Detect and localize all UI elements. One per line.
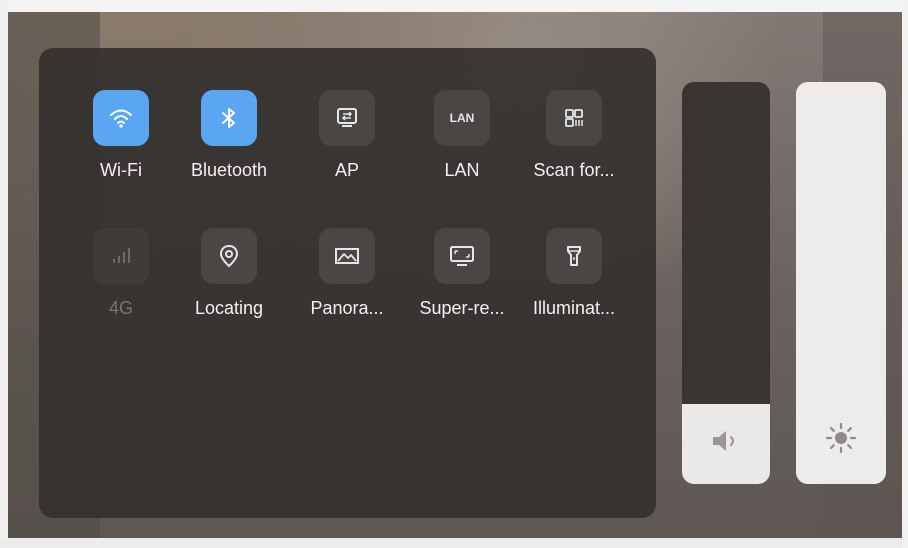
bluetooth-icon[interactable] <box>201 90 257 146</box>
lan-icon[interactable]: LAN <box>434 90 490 146</box>
tile-lan[interactable]: LAN LAN <box>407 90 517 190</box>
tile-label: AP <box>334 160 359 180</box>
tile-label: Panora... <box>310 298 384 318</box>
tile-super-resolution[interactable]: Super-re... <box>407 228 517 328</box>
tile-locating[interactable]: Locating <box>174 228 284 328</box>
tile-wifi[interactable]: Wi-Fi <box>66 90 176 190</box>
tile-label: Super-re... <box>419 298 505 318</box>
tile-illuminator[interactable]: Illuminat... <box>519 228 629 328</box>
tile-label: 4G <box>108 298 133 318</box>
location-icon[interactable] <box>201 228 257 284</box>
volume-slider[interactable] <box>682 82 770 484</box>
tile-label: Bluetooth <box>190 160 268 180</box>
tile-label: Wi-Fi <box>100 160 142 180</box>
tile-ap[interactable]: AP <box>292 90 402 190</box>
panorama-icon[interactable] <box>319 228 375 284</box>
brightness-slider[interactable] <box>796 82 886 484</box>
wifi-icon[interactable] <box>93 90 149 146</box>
screen-border-top <box>0 0 908 12</box>
screen-border-bottom <box>0 538 908 548</box>
lan-icon-text: LAN <box>449 111 475 125</box>
screen-border-left <box>0 0 8 548</box>
tile-scan[interactable]: Scan for... <box>519 90 629 190</box>
tile-4g: 4G <box>66 228 176 328</box>
quick-settings-panel: Wi-Fi Bluetooth AP LAN LAN Scan for... 4… <box>39 48 656 518</box>
tile-bluetooth[interactable]: Bluetooth <box>174 90 284 190</box>
screen-border-right <box>902 0 908 548</box>
super-resolution-icon[interactable] <box>434 228 490 284</box>
speaker-icon <box>709 427 743 460</box>
tile-label: Locating <box>194 298 264 318</box>
signal-icon <box>93 228 149 284</box>
tile-label: LAN <box>444 160 480 180</box>
tile-panorama[interactable]: Panora... <box>292 228 402 328</box>
tile-label: Scan for... <box>533 160 615 180</box>
sun-icon <box>824 421 858 460</box>
hotspot-icon[interactable] <box>319 90 375 146</box>
qr-scan-icon[interactable] <box>546 90 602 146</box>
tile-label: Illuminat... <box>532 298 616 318</box>
flashlight-icon[interactable] <box>546 228 602 284</box>
